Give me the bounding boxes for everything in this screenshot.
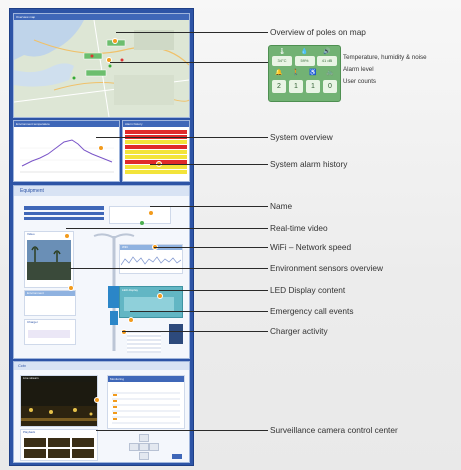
monitor-title: Monitoring [110,377,125,381]
emergency-call-box[interactable] [169,324,183,344]
env-marker-dot [68,285,74,291]
label-led-display: LED Display content [270,285,346,295]
monitoring-table[interactable]: Monitoring [107,375,185,429]
alarm-title: Alarm history [123,121,189,127]
live-stream-title: Live stream [23,376,39,380]
label-realtime-video: Real-time video [270,223,328,233]
ptz-left-button[interactable] [129,443,139,451]
alarm-level-value: 2 [272,80,286,93]
emergency-marker-dot [128,317,134,323]
charger-tile[interactable]: Charger [24,319,76,345]
label-emergency: Emergency call events [270,306,354,316]
map-marker-dot [112,38,118,44]
name-field[interactable] [24,206,104,210]
bell-icon: 🔔 [275,70,283,76]
leader-line [159,290,268,291]
thermometer-icon: 🌡 [278,49,286,55]
leader-line [154,247,268,248]
note-temperature: Temperature, humidity & noise [343,54,427,61]
note-user-counts: User counts [343,78,377,85]
charger-table [127,331,161,353]
label-overview-map: Overview of poles on map [270,27,366,37]
leader-line [96,430,268,431]
label-name: Name [270,201,293,211]
cctv-panel[interactable]: Cctv Live stream Monitoring Playback [13,361,190,463]
wifi-panel-title: WiFi [122,245,128,249]
water-drop-icon: 💧 [300,49,309,55]
playback-title: Playback [23,430,36,434]
led-panel-title: LED display [122,288,139,292]
noise-value: 41 dB [317,56,337,66]
bicycle-icon: 🚲 [326,70,334,76]
leader-line [96,137,268,138]
leader-line [70,268,268,269]
ptz-center-button[interactable] [139,443,149,451]
name-marker-dot [148,210,154,216]
map-panel[interactable]: Overview map [13,13,190,118]
ptz-right-button[interactable] [149,443,159,451]
label-wifi: WiFi – Network speed [270,242,352,252]
temperature-value: 34°C [272,56,292,66]
ptz-control-pad[interactable] [124,434,164,460]
chart-title: Environment temperature [14,121,119,127]
sensor-card-notes: Temperature, humidity & noise Alarm leve… [343,52,427,88]
sensor-status-card: 🌡 💧 🔊 34°C 59% 41 dB 🔔 🚶 ♿ 🚲 2 1 1 0 [268,45,341,102]
env-panel-title: Environment [27,291,44,295]
video-panel-title: Video [27,232,35,236]
video-marker-dot [64,233,70,239]
temperature-line-chart [20,139,114,173]
leader-line [130,311,268,312]
leader-line [122,331,268,332]
user-count-2: 1 [306,80,320,93]
note-alarm-level: Alarm level [343,66,374,73]
leader-line [116,32,268,33]
led-marker-dot [157,293,163,299]
charger-marker-dot [121,329,127,335]
wheelchair-icon: ♿ [309,70,317,76]
wifi-speed-tile[interactable]: WiFi [119,244,183,274]
cctv-marker-dot [94,397,100,403]
cctv-title: Cctv [18,363,26,368]
label-system-overview: System overview [270,132,333,142]
leader-line [150,206,268,207]
realtime-video-tile[interactable]: Video [24,231,74,288]
dashboard-mockup: Overview map Environment temperature Ala… [9,8,194,466]
alarm-history-table[interactable]: Alarm history [122,120,190,182]
leader-line [150,164,268,165]
humidity-value: 59% [294,56,315,66]
chart-marker-dot [98,145,104,151]
label-surveillance: Surveillance camera control center [270,425,398,435]
playback-thumbnails[interactable]: Playback [20,429,98,461]
leader-line [110,62,268,63]
env-sensors-tile[interactable]: Environment [24,290,76,316]
ptz-down-button[interactable] [139,452,149,460]
ptz-up-button[interactable] [139,434,149,442]
cctv-action-button[interactable] [172,454,182,459]
user-count-3: 0 [323,80,337,93]
label-alarm-history: System alarm history [270,159,348,169]
label-charger: Charger activity [270,326,328,336]
label-env-sensors: Environment sensors overview [270,263,383,273]
leader-line [66,228,268,229]
charger-panel-title: Charger [27,320,38,324]
map-view[interactable] [14,20,189,117]
speaker-icon: 🔊 [323,49,331,55]
equipment-panel[interactable]: Equipment Video WiFi Environment LED dis… [13,185,190,359]
live-stream-view[interactable]: Live stream [20,375,98,427]
equipment-title: Equipment [20,188,44,194]
user-count-1: 1 [289,80,303,93]
system-overview-chart[interactable]: Environment temperature [13,120,120,182]
person-icon: 🚶 [292,70,300,76]
